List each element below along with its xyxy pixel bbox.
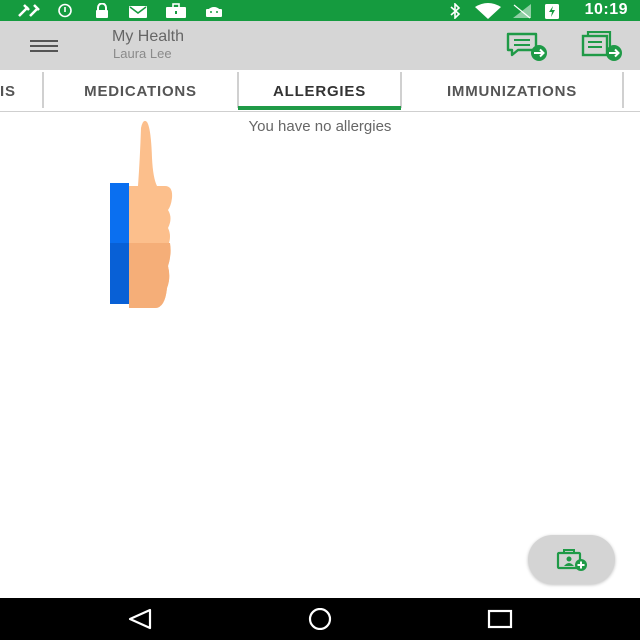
- android-icon: [206, 7, 222, 17]
- send-record-icon[interactable]: [580, 31, 624, 61]
- tab-medications-label: MEDICATIONS: [84, 82, 197, 100]
- home-icon[interactable]: [305, 608, 335, 630]
- bluetooth-icon: [450, 3, 461, 19]
- status-bar: 10:19: [0, 0, 640, 21]
- tools-icon: [18, 4, 40, 17]
- status-time: 10:19: [584, 1, 628, 18]
- thumbs-up-illustration: [110, 120, 173, 308]
- tab-previous[interactable]: IS: [0, 70, 42, 112]
- tab-divider: [622, 72, 624, 108]
- app-bar: My Health Laura Lee: [0, 21, 640, 70]
- wifi-icon: [475, 3, 501, 19]
- app-title: My Health: [112, 28, 185, 45]
- add-record-button[interactable]: [528, 535, 615, 584]
- selected-tab-indicator: [238, 106, 401, 110]
- empty-state-message: You have no allergies: [248, 118, 392, 135]
- battery-icon: [545, 4, 559, 19]
- tab-previous-label: IS: [0, 82, 16, 100]
- send-message-icon[interactable]: [505, 31, 549, 61]
- sync-icon: [58, 3, 72, 18]
- tab-allergies-label: ALLERGIES: [272, 82, 367, 100]
- tab-medications[interactable]: MEDICATIONS: [44, 70, 237, 112]
- tab-immunizations-label: IMMUNIZATIONS: [446, 82, 578, 100]
- navigation-bar: [0, 598, 640, 640]
- app-subtitle: Laura Lee: [113, 46, 172, 61]
- tab-immunizations[interactable]: IMMUNIZATIONS: [402, 70, 622, 112]
- mail-icon: [129, 6, 147, 18]
- lock-icon: [96, 3, 108, 18]
- no-signal-icon: [513, 4, 531, 19]
- add-record-icon: [556, 549, 587, 571]
- briefcase-icon: [166, 3, 186, 18]
- back-icon[interactable]: [126, 608, 154, 630]
- hamburger-menu-icon[interactable]: [26, 35, 62, 57]
- recents-icon[interactable]: [486, 608, 514, 630]
